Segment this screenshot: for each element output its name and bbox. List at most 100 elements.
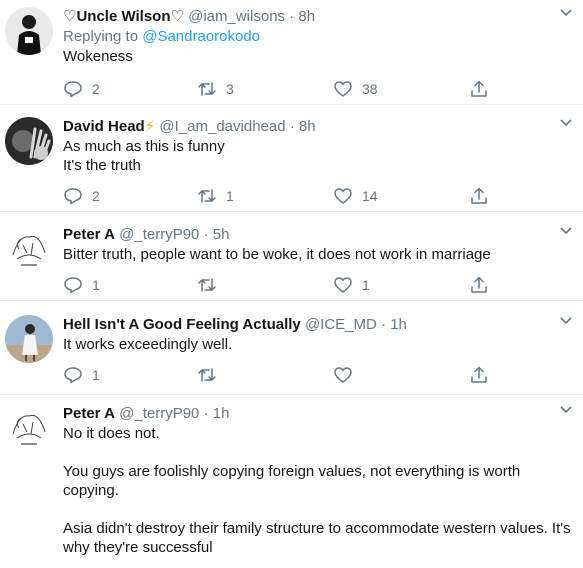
tweet-timestamp[interactable]: 8h [298,8,315,25]
tweet-peter-a[interactable]: Peter A @_terryP90 · 5h Bitter truth, pe… [0,218,583,301]
like-icon [334,81,352,97]
author-handle[interactable]: @_terryP90 [119,405,199,422]
author-name[interactable]: ♡Uncle Wilson♡ [63,8,184,25]
reply-count: 2 [92,188,100,204]
retweet-button[interactable] [197,364,226,386]
tweet-actions: 2 3 38 [63,78,523,100]
chevron-down-icon[interactable] [559,8,573,18]
retweet-button[interactable]: 1 [197,185,234,207]
tweet-timestamp[interactable]: 5h [213,226,230,243]
share-icon [471,187,487,204]
reply-icon [64,81,82,98]
avatar[interactable] [5,225,53,273]
reply-icon [64,188,82,205]
author-handle[interactable]: @_terryP90 [119,226,199,243]
tweet-actions: 1 1 [63,274,523,296]
reply-icon [64,367,82,384]
reply-button[interactable]: 1 [63,274,100,296]
tweet-timestamp[interactable]: 8h [299,118,316,135]
separator-dot: · [381,316,387,333]
reply-button[interactable]: 1 [63,364,100,386]
retweet-count: 1 [226,188,234,204]
tweet-david-head[interactable]: David Head⚡ @I_am_davidhead · 8h As much… [0,110,583,212]
tweet-actions: 1 [63,364,523,386]
tweet-text: No it does not. You guys are foolishly c… [63,424,571,557]
avatar[interactable] [5,315,53,363]
chevron-down-icon[interactable] [559,118,573,128]
retweet-icon [198,82,216,96]
chevron-down-icon[interactable] [559,226,573,236]
replying-to: Replying to @Sandraorokodo [63,27,553,47]
like-icon [334,188,352,204]
retweet-button[interactable]: 3 [197,78,234,100]
tweet-text: Bitter truth, people want to be woke, it… [63,245,553,264]
share-button[interactable] [469,274,489,296]
tweet-paragraph: Asia didn't destroy their family structu… [63,520,571,556]
avatar-image [5,404,53,452]
share-button[interactable] [469,185,489,207]
author-handle[interactable]: @ICE_MD [305,316,377,333]
retweet-count: 3 [226,81,234,97]
tweet-peter-a-2[interactable]: Peter A @_terryP90 · 1h No it does not. … [0,397,583,568]
like-count: 38 [362,81,378,97]
separator-dot: · [203,226,209,243]
tweet-line: It's the truth [63,157,141,174]
separator-dot: · [289,8,295,25]
reply-count: 1 [92,277,100,293]
mention-link[interactable]: @Sandraorokodo [142,28,260,45]
retweet-icon [198,278,216,292]
tweet-text: It works exceedingly well. [63,335,553,354]
avatar-image [5,117,53,165]
tweet-text: Wokeness [63,47,553,66]
like-icon [334,367,352,383]
tweet-paragraph: You guys are foolishly copying foreign v… [63,463,521,499]
share-button[interactable] [469,364,489,386]
author-name[interactable]: Hell Isn't A Good Feeling Actually [63,316,301,333]
reply-count: 2 [92,81,100,97]
tweet-line: It works exceedingly well. [63,336,233,353]
avatar[interactable] [5,404,53,452]
tweet-uncle-wilson[interactable]: ♡Uncle Wilson♡ @iam_wilsons · 8h Replyin… [0,0,583,105]
share-icon [471,276,487,293]
avatar-image [5,7,53,55]
author-name[interactable]: Peter A [63,226,115,243]
tweet-line: Wokeness [63,48,133,65]
reply-button[interactable]: 2 [63,185,100,207]
share-icon [471,80,487,97]
like-count: 14 [362,188,378,204]
tweet-line: Bitter truth, people want to be woke, it… [63,246,491,263]
retweet-icon [198,189,216,203]
like-button[interactable]: 1 [333,274,370,296]
like-count: 1 [362,277,370,293]
avatar-image [5,315,53,363]
tweet-line: As much as this is funny [63,138,225,155]
tweet-paragraph: No it does not. [63,425,160,442]
chevron-down-icon[interactable] [559,316,573,326]
reply-count: 1 [92,367,100,383]
separator-dot: · [289,118,295,135]
avatar[interactable] [5,7,53,55]
tweet-ice-md[interactable]: Hell Isn't A Good Feeling Actually @ICE_… [0,308,583,395]
like-button[interactable] [333,364,362,386]
retweet-icon [198,368,216,382]
like-button[interactable]: 38 [333,78,378,100]
like-icon [334,277,352,293]
like-button[interactable]: 14 [333,185,378,207]
share-icon [471,366,487,383]
chevron-down-icon[interactable] [559,405,573,415]
author-name[interactable]: Peter A [63,405,115,422]
author-handle[interactable]: @iam_wilsons [188,8,285,25]
retweet-button[interactable] [197,274,226,296]
tweet-actions: 2 1 14 [63,185,523,207]
author-handle[interactable]: @I_am_davidhead [159,118,285,135]
reply-button[interactable]: 2 [63,78,100,100]
tweet-timestamp[interactable]: 1h [390,316,407,333]
tweet-timestamp[interactable]: 1h [213,405,230,422]
share-button[interactable] [469,78,489,100]
avatar-image [5,225,53,273]
lightning-emoji: ⚡ [144,118,156,135]
reply-icon [64,277,82,294]
separator-dot: · [203,405,209,422]
author-name[interactable]: David Head [63,118,145,135]
avatar[interactable] [5,117,53,165]
